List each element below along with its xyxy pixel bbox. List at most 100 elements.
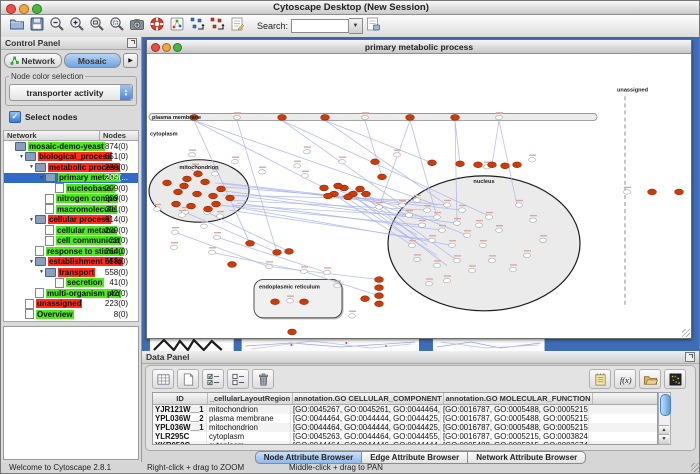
network-node-small[interactable] bbox=[414, 198, 421, 202]
network-node-small[interactable] bbox=[324, 270, 331, 274]
network-node-small[interactable] bbox=[480, 243, 487, 247]
annotation-pad-icon[interactable] bbox=[228, 15, 246, 32]
network-node[interactable] bbox=[300, 299, 309, 305]
network-node-small[interactable] bbox=[449, 243, 456, 247]
network-node-small[interactable] bbox=[496, 228, 503, 232]
delete-attribute-icon[interactable] bbox=[252, 369, 274, 389]
tree-row[interactable]: nucleobase-209(0) bbox=[4, 183, 138, 194]
tree-expander-icon[interactable]: ▼ bbox=[18, 154, 25, 160]
network-node[interactable] bbox=[180, 183, 189, 189]
save-session-icon[interactable] bbox=[28, 15, 46, 32]
network-node[interactable] bbox=[375, 277, 384, 283]
network-node-small[interactable] bbox=[259, 170, 266, 174]
table-column-header[interactable]: annotation.GO MOLECULAR_FUNCTION bbox=[444, 393, 593, 404]
network-node-small[interactable] bbox=[469, 268, 476, 272]
tab-mosaic[interactable]: Mosaic bbox=[64, 53, 122, 68]
search-dropdown-arrow-icon[interactable]: ▼ bbox=[349, 18, 363, 34]
network-node-small[interactable] bbox=[214, 235, 221, 239]
attribute-grid-icon[interactable] bbox=[152, 369, 174, 389]
network-node-small[interactable] bbox=[217, 214, 224, 218]
snapshot-camera-icon[interactable] bbox=[128, 15, 146, 32]
network-node[interactable] bbox=[356, 186, 365, 192]
scrollbar-thumb[interactable] bbox=[660, 394, 671, 416]
zoom-fit-icon[interactable] bbox=[88, 15, 106, 32]
function-builder-icon[interactable]: f(x) bbox=[614, 369, 636, 389]
network-node[interactable] bbox=[648, 189, 657, 195]
network-node-small[interactable] bbox=[459, 208, 466, 212]
network-node[interactable] bbox=[501, 163, 510, 169]
tree-row[interactable]: cell communicat22(0) bbox=[4, 236, 138, 247]
network-node-small[interactable] bbox=[172, 230, 179, 234]
network-node-small[interactable] bbox=[444, 278, 451, 282]
network-node[interactable] bbox=[375, 293, 384, 299]
tree-row[interactable]: ▼cellular process614(0) bbox=[4, 215, 138, 226]
table-column-header[interactable]: _cellularLayoutRegion bbox=[208, 393, 293, 404]
network-node-small[interactable] bbox=[464, 233, 471, 237]
table-scrollbar[interactable]: ▲ ▼ bbox=[658, 392, 671, 445]
zoom-out-icon[interactable] bbox=[48, 15, 66, 32]
help-lifebuoy-icon[interactable] bbox=[148, 15, 166, 32]
network-node[interactable] bbox=[321, 115, 330, 121]
network-edge[interactable] bbox=[492, 120, 499, 164]
network-node[interactable] bbox=[187, 203, 196, 209]
network-node-small[interactable] bbox=[454, 221, 461, 225]
new-attribute-icon[interactable] bbox=[177, 369, 199, 389]
tree-row[interactable]: nitrogen compo209(0) bbox=[4, 194, 138, 205]
network-node-small[interactable] bbox=[334, 283, 341, 287]
network-node[interactable] bbox=[375, 301, 384, 307]
tree-row[interactable]: ▼transport558(0) bbox=[4, 267, 138, 278]
network-node-small[interactable] bbox=[287, 299, 294, 303]
network-node[interactable] bbox=[278, 115, 287, 121]
network-node[interactable] bbox=[273, 249, 282, 255]
network-node-small[interactable] bbox=[304, 149, 311, 153]
network-node-small[interactable] bbox=[376, 205, 383, 209]
network-node-small[interactable] bbox=[426, 281, 433, 285]
network-node[interactable] bbox=[193, 191, 202, 197]
tree-column-network[interactable]: Network bbox=[3, 130, 100, 141]
tree-row[interactable]: multi-organism pro42(0) bbox=[4, 288, 138, 299]
zoom-in-icon[interactable] bbox=[68, 15, 86, 32]
tree-row[interactable]: macromolecule311(0) bbox=[4, 204, 138, 215]
table-column-header[interactable]: annotation.GO CELLULAR_COMPONENT bbox=[293, 393, 444, 404]
birds-eye-view[interactable] bbox=[3, 326, 139, 460]
network-node-small[interactable] bbox=[394, 152, 401, 156]
table-row[interactable]: YKR052Ccytoplasm[GO:0044464, GO:0044446,… bbox=[153, 441, 657, 445]
network-window-titlebar[interactable]: primary metabolic process bbox=[147, 40, 691, 54]
network-node-small[interactable] bbox=[444, 203, 451, 207]
network-node-small[interactable] bbox=[179, 213, 186, 217]
network-node-small[interactable] bbox=[232, 160, 239, 164]
table-row[interactable]: YLR295Ccytoplasm[GO:0045263, GO:0044464,… bbox=[153, 432, 657, 441]
tree-expander-icon[interactable]: ▼ bbox=[38, 175, 45, 181]
network-node[interactable] bbox=[371, 159, 380, 165]
tree-expander-icon[interactable]: ▼ bbox=[28, 217, 35, 223]
zoom-selected-icon[interactable] bbox=[108, 15, 126, 32]
network-node[interactable] bbox=[513, 162, 522, 168]
network-node[interactable] bbox=[172, 201, 181, 207]
network-node[interactable] bbox=[361, 296, 370, 302]
tree-expander-icon[interactable]: ▼ bbox=[38, 269, 45, 275]
network-node[interactable] bbox=[217, 186, 226, 192]
network-node-small[interactable] bbox=[362, 115, 369, 119]
tree-row[interactable]: ▼establishment of lo558(0) bbox=[4, 257, 138, 268]
network-canvas[interactable]: plasma membrane cytoplasm mitochondrion … bbox=[147, 54, 691, 338]
tree-row[interactable]: ▼biological_process651(0) bbox=[4, 152, 138, 163]
network-node[interactable] bbox=[406, 115, 415, 121]
network-node-small[interactable] bbox=[201, 224, 208, 228]
network-node-small[interactable] bbox=[409, 243, 416, 247]
network-node[interactable] bbox=[163, 180, 172, 186]
tree-row[interactable]: unassigned223(0) bbox=[4, 299, 138, 310]
network-node-small[interactable] bbox=[516, 203, 523, 207]
network-node-small[interactable] bbox=[266, 264, 273, 268]
network-node-small[interactable] bbox=[419, 223, 426, 227]
network-node-small[interactable] bbox=[529, 158, 536, 162]
network-node-small[interactable] bbox=[154, 207, 161, 211]
network-node[interactable] bbox=[194, 171, 203, 177]
tree-row[interactable]: mosaic-demo-yeast874(0) bbox=[4, 141, 138, 152]
tree-column-nodes[interactable]: Nodes bbox=[100, 130, 139, 141]
network-node-small[interactable] bbox=[302, 174, 309, 178]
network-node[interactable] bbox=[675, 189, 684, 195]
network-node[interactable] bbox=[228, 262, 237, 268]
network-node-small[interactable] bbox=[406, 213, 413, 217]
network-node[interactable] bbox=[209, 193, 218, 199]
network-node[interactable] bbox=[271, 299, 280, 305]
